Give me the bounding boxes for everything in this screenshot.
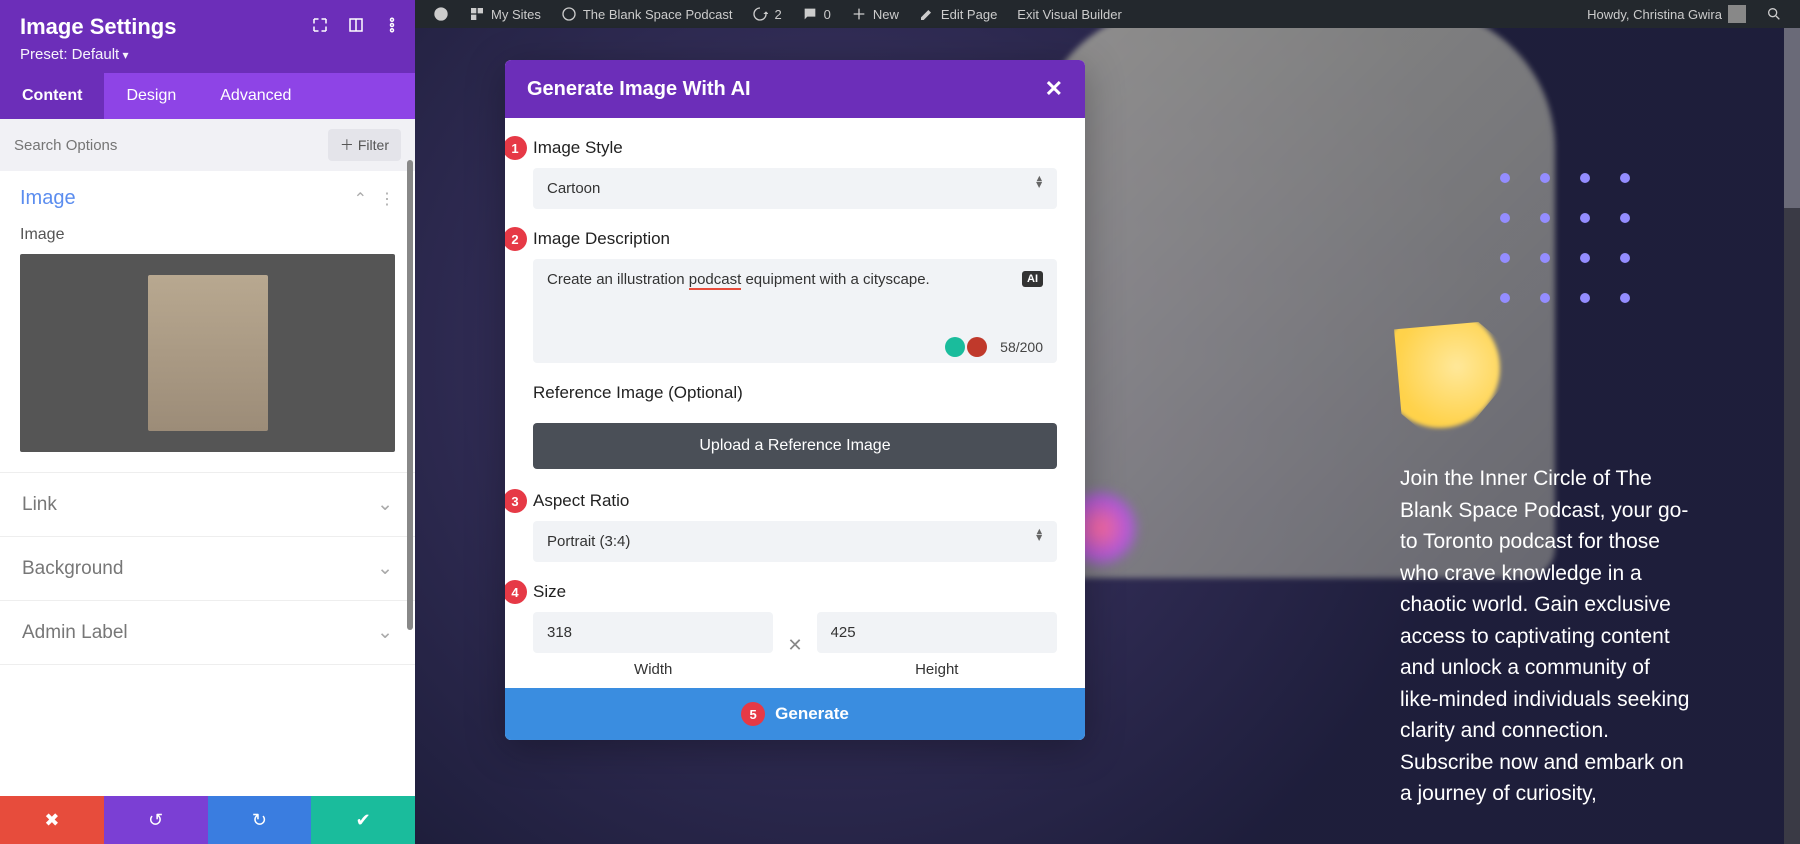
search-input[interactable] [14, 137, 318, 154]
image-style-value: Cartoon [533, 168, 1057, 209]
image-style-select[interactable]: Cartoon [533, 168, 1057, 209]
accordion-background-label: Background [22, 558, 123, 580]
size-label: Size [533, 582, 1057, 602]
image-style-label: Image Style [533, 138, 1057, 158]
height-input[interactable] [817, 612, 1057, 653]
my-sites-label: My Sites [491, 7, 541, 22]
search-toggle[interactable] [1756, 0, 1792, 28]
search-row: ＋Filter [0, 119, 415, 171]
site-name-label: The Blank Space Podcast [583, 7, 733, 22]
tab-design[interactable]: Design [104, 73, 198, 119]
layout-icon[interactable] [347, 16, 365, 34]
accordion-admin-label-label: Admin Label [22, 622, 128, 644]
account-menu[interactable]: Howdy, Christina Gwira [1577, 0, 1756, 28]
generate-label: Generate [775, 704, 849, 724]
image-thumbnail [148, 275, 268, 431]
wp-logo[interactable] [423, 0, 459, 28]
exit-builder-label: Exit Visual Builder [1017, 7, 1122, 22]
comments-count: 0 [824, 7, 831, 22]
tab-content[interactable]: Content [0, 73, 104, 119]
group-more-icon[interactable]: ⋮ [379, 189, 395, 209]
aspect-ratio-select[interactable]: Portrait (3:4) [533, 521, 1057, 562]
settings-sidebar: Image Settings Preset: Default Content D… [0, 0, 415, 844]
redo-button[interactable]: ↻ [208, 796, 312, 844]
preset-dropdown[interactable]: Preset: Default [20, 46, 395, 63]
generate-button[interactable]: 5 Generate [505, 688, 1085, 740]
sidebar-tabs: Content Design Advanced [0, 73, 415, 119]
modal-body: 1 Image Style Cartoon 2 Image Descriptio… [505, 118, 1085, 688]
step-badge-1: 1 [505, 136, 527, 160]
image-preview[interactable] [20, 254, 395, 452]
undo-button[interactable]: ↺ [104, 796, 208, 844]
updates[interactable]: 2 [742, 0, 791, 28]
edit-page[interactable]: Edit Page [909, 0, 1007, 28]
group-image-header[interactable]: Image ⌃ ⋮ [0, 171, 415, 218]
upload-reference-button[interactable]: Upload a Reference Image [533, 423, 1057, 469]
ai-badge[interactable]: AI [1022, 271, 1043, 287]
step-badge-3: 3 [505, 489, 527, 513]
page-scrollbar[interactable] [1784, 28, 1800, 844]
options-area: Image ⌃ ⋮ Image Link ⌄ Background ⌄ Admin … [0, 171, 415, 796]
edit-page-label: Edit Page [941, 7, 997, 22]
size-separator: ✕ [787, 635, 802, 656]
tab-advanced[interactable]: Advanced [198, 73, 313, 119]
sidebar-footer: ✖ ↺ ↻ ✔ [0, 796, 415, 844]
modal-title: Generate Image With AI [527, 78, 751, 101]
decorative-dots [1500, 173, 1630, 303]
accordion-background[interactable]: Background ⌄ [0, 537, 415, 601]
page-body-text: Join the Inner Circle of The Blank Space… [1400, 463, 1690, 810]
cancel-button[interactable]: ✖ [0, 796, 104, 844]
reference-image-label: Reference Image (Optional) [533, 383, 1057, 403]
group-image-title: Image [20, 187, 76, 210]
aspect-ratio-value: Portrait (3:4) [533, 521, 1057, 562]
collapse-icon[interactable]: ⌃ [354, 189, 367, 209]
step-badge-2: 2 [505, 227, 527, 251]
accordion-admin-label[interactable]: Admin Label ⌄ [0, 601, 415, 665]
focus-icon[interactable] [311, 16, 329, 34]
chevron-down-icon: ⌄ [377, 621, 393, 644]
accordion-link[interactable]: Link ⌄ [0, 473, 415, 537]
height-label: Height [817, 661, 1057, 678]
chevron-down-icon: ⌄ [377, 493, 393, 516]
width-label: Width [533, 661, 773, 678]
avatar [1728, 5, 1746, 23]
field-image-label: Image [0, 218, 415, 254]
comments[interactable]: 0 [792, 0, 841, 28]
new-label: New [873, 7, 899, 22]
accordion: Link ⌄ Background ⌄ Admin Label ⌄ [0, 472, 415, 665]
site-name[interactable]: The Blank Space Podcast [551, 0, 743, 28]
updates-count: 2 [774, 7, 781, 22]
exit-visual-builder[interactable]: Exit Visual Builder [1007, 0, 1132, 28]
step-badge-5: 5 [741, 702, 765, 726]
step-badge-4: 4 [505, 580, 527, 604]
char-count: 58/200 [1000, 339, 1043, 355]
grammarly-widget[interactable] [945, 337, 987, 357]
save-button[interactable]: ✔ [311, 796, 415, 844]
chevron-down-icon: ⌄ [377, 557, 393, 580]
filter-label: Filter [358, 137, 389, 153]
new-content[interactable]: New [841, 0, 909, 28]
wp-admin-bar: My Sites The Blank Space Podcast 2 0 New… [415, 0, 1800, 28]
more-icon[interactable] [383, 16, 401, 34]
sidebar-header: Image Settings Preset: Default [0, 0, 415, 73]
sidebar-scrollbar[interactable] [407, 160, 413, 630]
filter-button[interactable]: ＋Filter [328, 129, 401, 161]
aspect-ratio-label: Aspect Ratio [533, 491, 1057, 511]
width-input[interactable] [533, 612, 773, 653]
greeting: Howdy, Christina Gwira [1587, 7, 1722, 22]
accordion-link-label: Link [22, 494, 57, 516]
modal-header: Generate Image With AI ✕ [505, 60, 1085, 118]
my-sites[interactable]: My Sites [459, 0, 551, 28]
image-description-label: Image Description [533, 229, 1057, 249]
close-icon[interactable]: ✕ [1045, 76, 1063, 102]
ai-image-modal: Generate Image With AI ✕ 1 Image Style C… [505, 60, 1085, 740]
